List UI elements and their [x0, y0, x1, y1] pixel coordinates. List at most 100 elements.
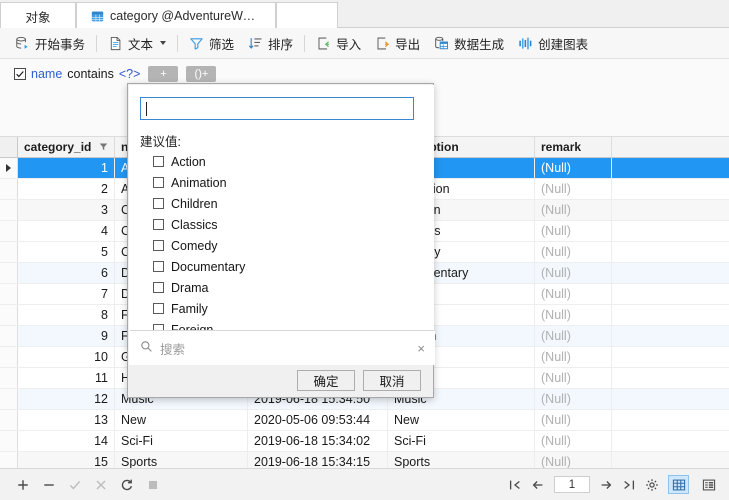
cell-remark[interactable]: (Null) — [535, 242, 612, 262]
row-indicator[interactable] — [0, 305, 18, 325]
row-indicator[interactable] — [0, 179, 18, 199]
suggestion-item[interactable]: Family — [140, 298, 425, 319]
tab-new-placeholder[interactable] — [276, 2, 338, 29]
last-page-icon[interactable] — [622, 478, 636, 492]
cell-remark[interactable]: (Null) — [535, 410, 612, 430]
cell-category-id[interactable]: 4 — [18, 221, 115, 241]
row-indicator[interactable] — [0, 326, 18, 346]
filter-add-group-button[interactable]: ()+ — [186, 66, 216, 82]
cell-category-id[interactable]: 15 — [18, 452, 115, 468]
cell-name[interactable]: Sci-Fi — [115, 431, 248, 451]
cancel-button[interactable]: 取消 — [363, 370, 421, 391]
suggestion-item[interactable]: Children — [140, 193, 425, 214]
cell-category-id[interactable]: 3 — [18, 200, 115, 220]
cell-extra[interactable] — [612, 284, 729, 304]
cell-category-id[interactable]: 12 — [18, 389, 115, 409]
cell-extra[interactable] — [612, 242, 729, 262]
page-number-input[interactable]: 1 — [554, 476, 590, 493]
suggestion-item[interactable]: Documentary — [140, 256, 425, 277]
cell-description[interactable]: New — [388, 410, 535, 430]
toolbar-data-generation[interactable]: 数据生成 — [427, 31, 511, 55]
filter-condition-field[interactable]: name — [31, 67, 62, 81]
toolbar-text[interactable]: 文本 — [101, 31, 173, 55]
row-indicator[interactable] — [0, 158, 18, 178]
cell-name[interactable]: Sports — [115, 452, 248, 468]
column-filter-icon[interactable] — [99, 140, 108, 154]
settings-icon[interactable] — [645, 478, 659, 492]
grid-header-category-id[interactable]: category_id — [18, 137, 115, 157]
suggestion-checkbox[interactable] — [153, 282, 164, 293]
cell-category-id[interactable]: 9 — [18, 326, 115, 346]
cell-remark[interactable]: (Null) — [535, 221, 612, 241]
cell-extra[interactable] — [612, 305, 729, 325]
cell-category-id[interactable]: 11 — [18, 368, 115, 388]
grid-header-remark[interactable]: remark — [535, 137, 612, 157]
add-row-icon[interactable] — [16, 478, 30, 492]
toolbar-begin-transaction[interactable]: 开始事务 — [8, 31, 92, 55]
cell-extra[interactable] — [612, 452, 729, 468]
suggestion-item[interactable]: Drama — [140, 277, 425, 298]
next-page-icon[interactable] — [599, 478, 613, 492]
cell-description[interactable]: Sports — [388, 452, 535, 468]
cell-remark[interactable]: (Null) — [535, 305, 612, 325]
cell-category-id[interactable]: 14 — [18, 431, 115, 451]
cell-remark[interactable]: (Null) — [535, 347, 612, 367]
cell-extra[interactable] — [612, 389, 729, 409]
suggestion-item[interactable]: Animation — [140, 172, 425, 193]
suggestion-checkbox[interactable] — [153, 303, 164, 314]
toolbar-import[interactable]: 导入 — [309, 31, 368, 55]
cell-category-id[interactable]: 8 — [18, 305, 115, 325]
table-row[interactable]: 13New2020-05-06 09:53:44New(Null) — [0, 410, 729, 431]
suggestion-checkbox[interactable] — [153, 261, 164, 272]
suggestion-item[interactable]: Comedy — [140, 235, 425, 256]
chevron-down-icon[interactable] — [160, 41, 166, 45]
cell-extra[interactable] — [612, 158, 729, 178]
suggestion-search-field[interactable]: 搜索 × — [130, 330, 435, 365]
cell-remark[interactable]: (Null) — [535, 326, 612, 346]
toolbar-export[interactable]: 导出 — [368, 31, 427, 55]
grid-view-icon[interactable] — [668, 475, 689, 494]
row-indicator[interactable] — [0, 452, 18, 468]
cell-remark[interactable]: (Null) — [535, 431, 612, 451]
cell-category-id[interactable]: 1 — [18, 158, 115, 178]
suggestion-checkbox[interactable] — [153, 219, 164, 230]
cell-remark[interactable]: (Null) — [535, 200, 612, 220]
row-indicator[interactable] — [0, 200, 18, 220]
filter-condition-value[interactable]: <?> — [119, 67, 141, 81]
tab-objects[interactable]: 对象 — [0, 2, 76, 29]
cell-extra[interactable] — [612, 431, 729, 451]
row-indicator[interactable] — [0, 347, 18, 367]
cell-extra[interactable] — [612, 221, 729, 241]
cell-last-update[interactable]: 2019-06-18 15:34:02 — [248, 431, 388, 451]
cell-remark[interactable]: (Null) — [535, 389, 612, 409]
cell-category-id[interactable]: 13 — [18, 410, 115, 430]
toolbar-create-chart[interactable]: 创建图表 — [511, 31, 595, 55]
row-indicator[interactable] — [0, 221, 18, 241]
value-input[interactable] — [140, 97, 414, 120]
cell-extra[interactable] — [612, 347, 729, 367]
first-page-icon[interactable] — [508, 478, 522, 492]
cell-category-id[interactable]: 6 — [18, 263, 115, 283]
filter-condition-checkbox[interactable] — [14, 68, 26, 80]
cell-description[interactable]: Sci-Fi — [388, 431, 535, 451]
cell-category-id[interactable]: 7 — [18, 284, 115, 304]
delete-row-icon[interactable] — [42, 478, 56, 492]
cell-remark[interactable]: (Null) — [535, 263, 612, 283]
toolbar-filter[interactable]: 筛选 — [182, 31, 241, 55]
cell-extra[interactable] — [612, 179, 729, 199]
cell-remark[interactable]: (Null) — [535, 284, 612, 304]
suggestion-checkbox[interactable] — [153, 177, 164, 188]
cell-extra[interactable] — [612, 368, 729, 388]
cell-extra[interactable] — [612, 200, 729, 220]
filter-condition-operator[interactable]: contains — [67, 67, 114, 81]
cell-extra[interactable] — [612, 263, 729, 283]
clear-search-icon[interactable]: × — [417, 342, 425, 355]
row-indicator[interactable] — [0, 410, 18, 430]
cell-extra[interactable] — [612, 410, 729, 430]
row-indicator[interactable] — [0, 368, 18, 388]
cell-remark[interactable]: (Null) — [535, 179, 612, 199]
suggestion-item[interactable]: Action — [140, 151, 425, 172]
filter-add-condition-button[interactable]: + — [148, 66, 178, 82]
cell-remark[interactable]: (Null) — [535, 158, 612, 178]
row-indicator[interactable] — [0, 242, 18, 262]
